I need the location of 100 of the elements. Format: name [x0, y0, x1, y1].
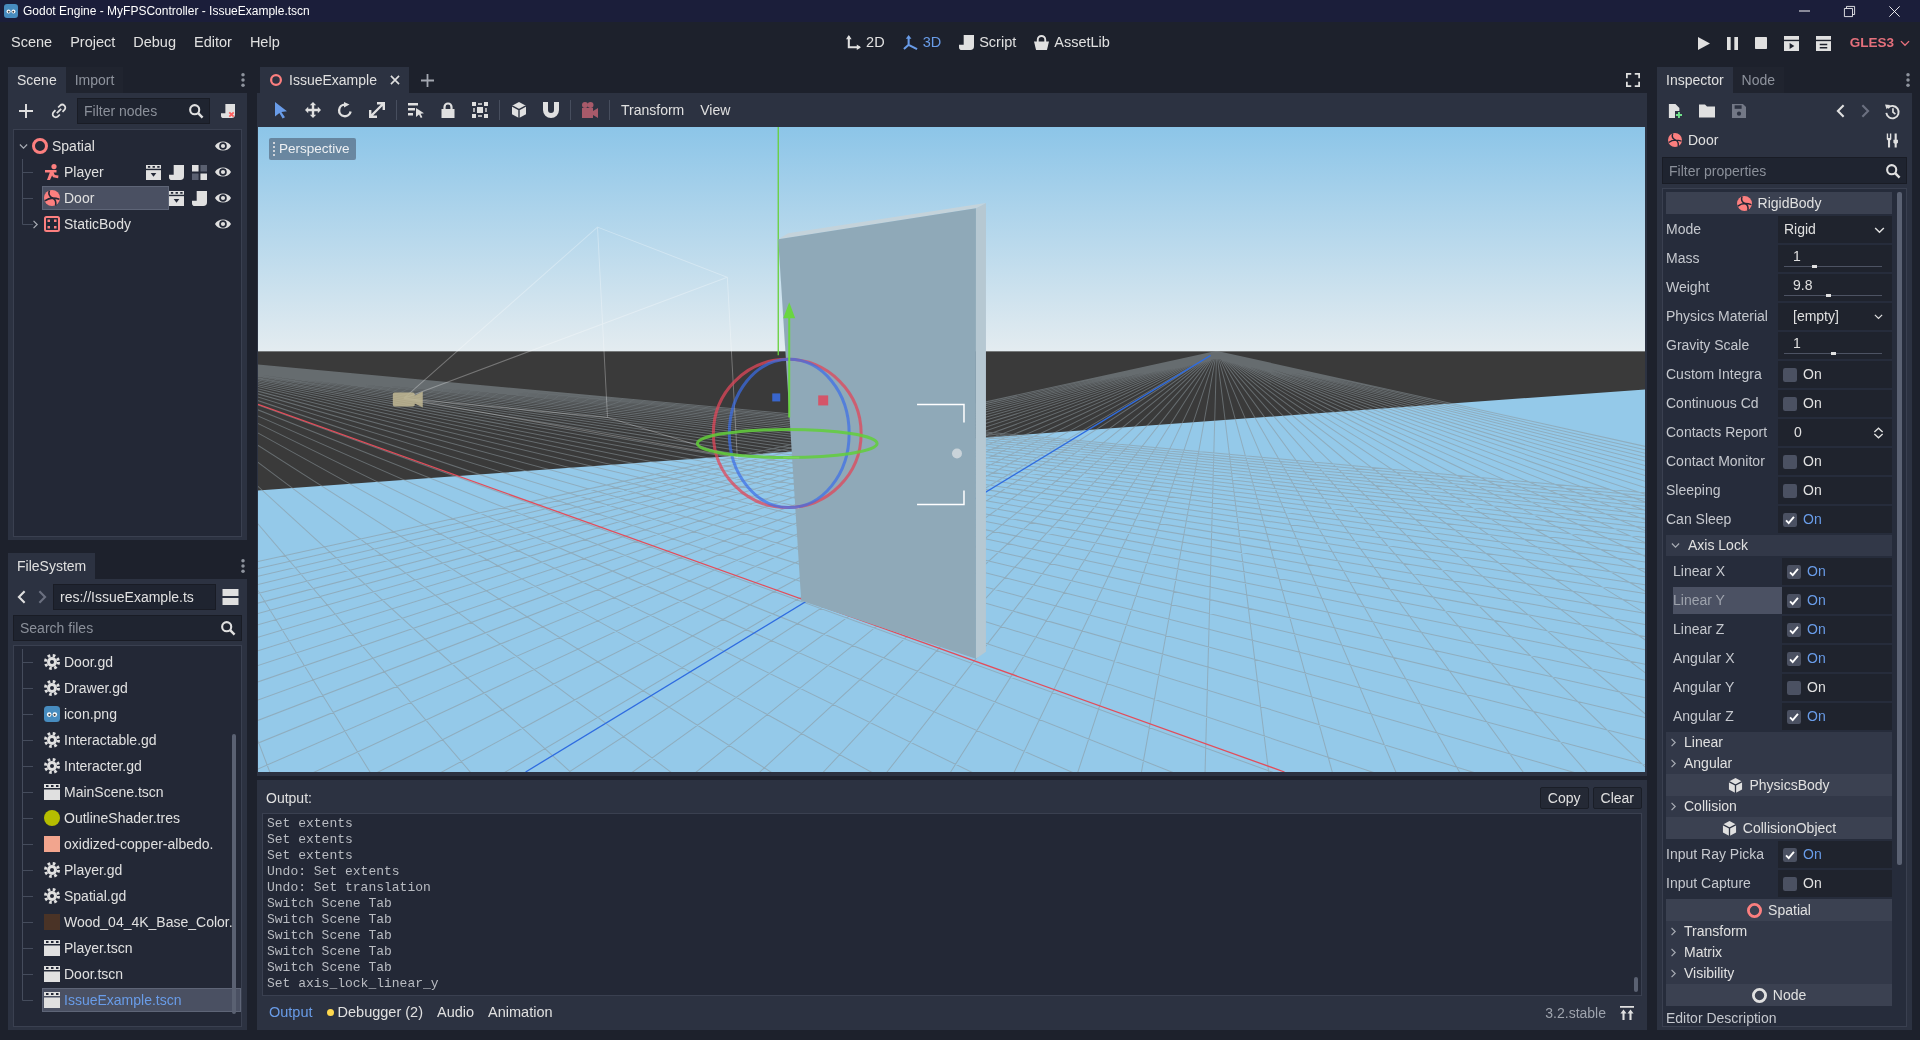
file-item[interactable]: Player.gd [42, 858, 130, 882]
path-field[interactable]: res://IssueExample.ts [53, 584, 216, 610]
checkbox[interactable]: On [1782, 587, 1892, 614]
scrollbar-thumb[interactable] [232, 734, 236, 1014]
chevron-left-icon[interactable] [18, 590, 26, 604]
bottom-panel-tab[interactable]: Output [262, 1001, 320, 1025]
cube-icon[interactable] [511, 102, 527, 118]
resource-picker[interactable]: [empty] [1778, 303, 1892, 330]
dock-tab[interactable]: FileSystem [8, 553, 96, 579]
file-item[interactable]: Spatial.gd [42, 884, 134, 908]
file-item[interactable]: Interacter.gd [42, 754, 149, 778]
list-cursor-icon[interactable] [408, 102, 424, 118]
filter-input[interactable]: Filter properties [1669, 160, 1886, 181]
clapperboard-icon[interactable] [1815, 35, 1831, 51]
number-field[interactable]: 1 [1778, 332, 1892, 359]
slider-grabber[interactable] [1825, 294, 1831, 297]
file-item[interactable]: icon.png [42, 702, 124, 726]
bottom-panel-tab[interactable]: Animation [481, 1001, 560, 1025]
checkbox[interactable]: On [1782, 703, 1892, 730]
panel-button[interactable]: Copy [1539, 786, 1589, 810]
eye-icon[interactable] [215, 219, 231, 229]
rotate-arrow-icon[interactable] [337, 102, 353, 118]
scroll-cross-icon[interactable] [221, 104, 235, 118]
workspace-tab[interactable]: Script [951, 31, 1025, 55]
slider-grabber[interactable] [1811, 265, 1817, 268]
slider-track[interactable] [1784, 265, 1882, 268]
menu-item[interactable]: Help [242, 31, 287, 55]
menu-button[interactable]: View [692, 98, 739, 122]
property-group-header[interactable]: Visibility [1666, 963, 1892, 984]
eye-icon[interactable] [215, 167, 231, 177]
spin-box[interactable]: 0 [1778, 419, 1892, 446]
menu-button[interactable]: Transform [613, 98, 693, 122]
filter-box[interactable]: Filter properties [1662, 157, 1907, 184]
menu-item[interactable]: Editor [187, 31, 239, 55]
filter-input[interactable]: Filter nodes [84, 101, 189, 121]
document-plus-icon[interactable] [1668, 104, 1682, 118]
workspace-tab[interactable]: 2D [838, 31, 893, 55]
chevron-down-icon[interactable] [18, 143, 28, 149]
file-item[interactable]: Player.tscn [42, 936, 140, 960]
play-icon[interactable] [1697, 36, 1710, 50]
menu-item[interactable]: Project [63, 31, 123, 55]
film-camera-icon[interactable] [582, 102, 598, 118]
checkbox[interactable]: On [1782, 645, 1892, 672]
slider-track[interactable] [1784, 294, 1882, 297]
document-tab[interactable]: IssueExample [260, 67, 409, 93]
padlock-icon[interactable] [440, 102, 456, 118]
kebab-menu-icon[interactable] [241, 559, 245, 573]
number-field[interactable]: 1 [1778, 245, 1892, 272]
checkbox[interactable]: On [1782, 616, 1892, 643]
slider-grabber[interactable] [1831, 352, 1837, 355]
filter-box[interactable]: Filter nodes [77, 98, 210, 124]
file-item[interactable]: OutlineShader.tres [42, 806, 187, 830]
cursor-arrow-icon[interactable] [273, 102, 289, 118]
checkbox[interactable]: On [1782, 674, 1892, 701]
magnet-icon[interactable] [543, 102, 559, 118]
checker-squares-icon[interactable] [192, 164, 207, 180]
checkbox[interactable]: On [1778, 506, 1892, 533]
scroll-icon[interactable] [192, 190, 207, 206]
diagonal-arrow-icon[interactable] [369, 102, 385, 118]
dock-tab[interactable]: Scene [8, 67, 66, 93]
chevron-left-icon[interactable] [1837, 104, 1845, 118]
scroll-icon[interactable] [169, 164, 184, 180]
folder-icon[interactable] [1699, 104, 1715, 118]
chevron-right-icon[interactable] [1861, 104, 1869, 118]
two-bars-icon[interactable] [222, 589, 239, 605]
clapperboard-icon[interactable] [146, 164, 161, 180]
slider-track[interactable] [1784, 352, 1882, 355]
tree-item[interactable]: Spatial [30, 134, 102, 158]
property-group-header[interactable]: Linear [1666, 732, 1892, 753]
workspace-tab[interactable]: AssetLib [1026, 31, 1118, 55]
file-item[interactable]: MainScene.tscn [42, 780, 171, 804]
eye-icon[interactable] [215, 193, 231, 203]
dropdown[interactable]: Rigid [1778, 216, 1892, 243]
checkbox[interactable]: On [1778, 390, 1892, 417]
dotted-square-icon[interactable] [472, 102, 488, 118]
chevron-right-icon[interactable] [32, 219, 38, 229]
tree-item[interactable]: Door [42, 186, 169, 210]
stop-icon[interactable] [1754, 37, 1767, 49]
checkbox[interactable]: On [1778, 841, 1892, 868]
four-arrows-icon[interactable] [305, 102, 321, 118]
renderer-dropdown[interactable]: GLES3 [1847, 31, 1912, 55]
clapperboard-icon[interactable] [169, 190, 184, 206]
checkbox[interactable]: On [1778, 477, 1892, 504]
property-group-header[interactable]: Angular [1666, 753, 1892, 774]
tree-item[interactable]: Player [42, 160, 111, 184]
dock-tab[interactable]: Inspector [1657, 67, 1733, 93]
menu-item[interactable]: Debug [126, 31, 183, 55]
kebab-menu-icon[interactable] [1906, 73, 1910, 87]
bottom-panel-tab[interactable]: Debugger (2) [319, 1001, 430, 1025]
plus-icon[interactable] [420, 73, 434, 87]
checkbox[interactable]: On [1778, 361, 1892, 388]
search-input[interactable]: Search files [20, 618, 221, 638]
workspace-tab[interactable]: 3D [894, 31, 950, 55]
property-group-header[interactable]: Matrix [1666, 942, 1892, 963]
menu-item[interactable]: Scene [4, 31, 60, 55]
number-field[interactable]: 9.8 [1778, 274, 1892, 301]
scrollbar-thumb[interactable] [1634, 977, 1638, 992]
tree-item[interactable]: StaticBody [42, 212, 138, 236]
file-item[interactable]: Interactable.gd [42, 728, 164, 752]
expand-corners-icon[interactable] [1626, 73, 1640, 87]
